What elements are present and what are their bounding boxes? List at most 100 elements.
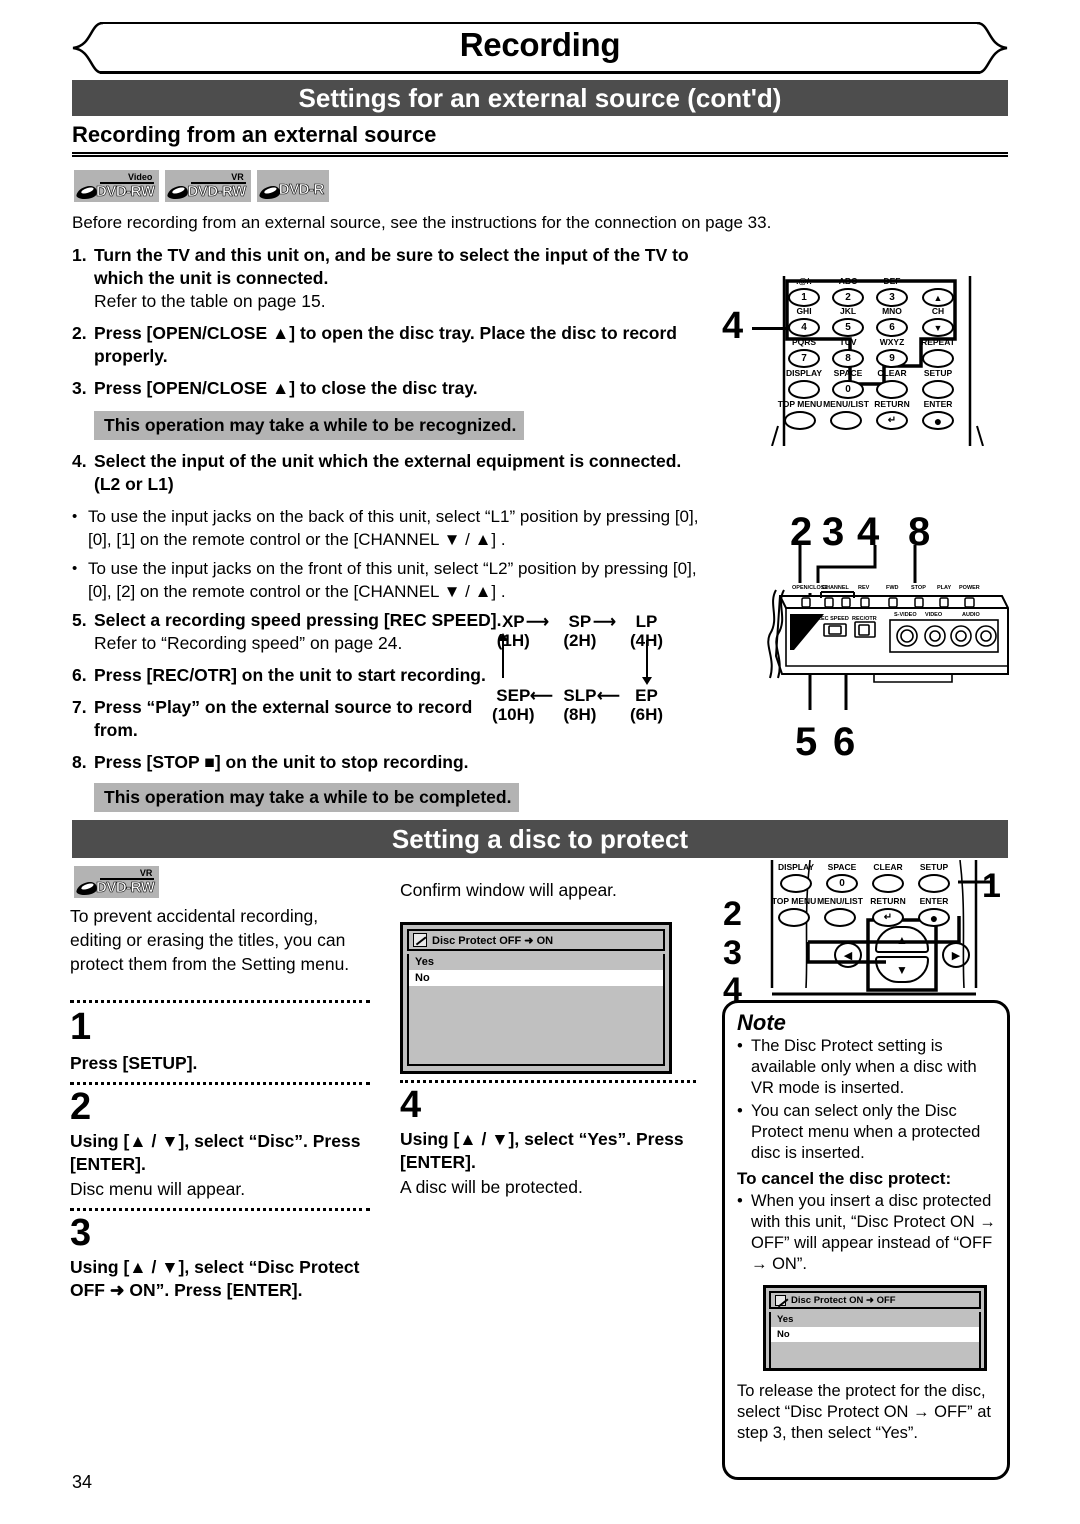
osd-titlebar: Disc Protect OFF ➜ ON [407,929,665,951]
remote-key-5[interactable]: JKL 5 [832,306,864,337]
section-header-disc-protect: Setting a disc to protect [72,820,1008,858]
step-bold-text: Press [OPEN/CLOSE ▲] to open the disc tr… [94,323,677,366]
bullet-item: • To use the input jacks on the front of… [72,557,712,603]
remote-key-setup[interactable]: SETUP [918,862,950,893]
protect-step-note-4: A disc will be protected. [400,1177,583,1197]
dvd-logo-vr-dvdrw-protect: VR DVD-RW [74,866,160,898]
speed-mode: SEP [496,686,531,705]
osd-item-yes[interactable]: Yes [409,954,663,970]
remote-key-top-menu[interactable]: TOP MENU [772,896,816,927]
remote-key-channel-down[interactable]: CH ▼ [922,306,954,337]
protect-step-number-3: 3 [70,1212,92,1254]
remote-key-0-space[interactable]: SPACE 0 [832,368,864,399]
protect-step-text-1: Press [SETUP]. [70,1053,198,1073]
remote-key-setup[interactable]: SETUP [922,368,954,399]
remote-key-clear[interactable]: CLEAR [872,862,904,893]
remote-key-display[interactable]: DISPLAY [778,862,814,893]
osd-item-yes[interactable]: Yes [771,1312,979,1327]
key-glyph: 9 [876,349,908,368]
osd-item-no[interactable]: No [409,970,663,986]
step-item: 7. Press “Play” on the external source t… [72,696,492,742]
key-glyph: ▲ [922,288,954,307]
key-label: SETUP [919,862,949,872]
key-label: TOP MENU [777,399,823,409]
recording-speed-cycle-diagram: XP (1H) SP (2H) LP (4H) ⟶ ⟶ SEP (10H) SL… [480,612,680,724]
key-glyph: ↵ [876,411,908,430]
key-glyph: 3 [876,288,908,307]
remote-key-clear[interactable]: CLEAR [876,368,908,399]
bullet-item: • To use the input jacks on the back of … [72,505,712,551]
key-label: RETURN [870,896,906,906]
dotted-separator [70,1082,370,1085]
remote-key-9[interactable]: WXYZ 9 [876,337,908,368]
front-panel-art [767,589,1009,683]
remote-key-enter[interactable]: ENTER ● [918,896,950,927]
remote-dpad-diagram: DISPLAY SPACE 0 CLEAR SETUP TOP MENU MEN… [760,860,1012,1000]
step-item: 6. Press [REC/OTR] on the unit to start … [72,664,492,687]
step-number: 2. [72,323,87,343]
remote-key-7[interactable]: PQRS 7 [788,337,820,368]
remote-key-display[interactable]: DISPLAY [786,368,822,399]
remote-key-return[interactable]: RETURN ↵ [870,896,906,927]
speed-hours: (2H) [563,631,597,650]
osd-item-no[interactable]: No [771,1327,979,1342]
key-label: MENU/LIST [823,399,869,409]
remote-key-menu-list[interactable]: MENU/LIST [823,399,869,430]
key-label: SETUP [923,368,953,378]
remote-key-6[interactable]: MNO 6 [876,306,908,337]
dvd-logo-video-dvdrw: Video DVD-RW [74,170,160,202]
remote-key-1[interactable]: .@/: 1 [788,276,820,307]
dpad-right-button[interactable]: ▶ [942,942,970,968]
highlight-note-recognized: This operation may take a while to be re… [94,411,525,440]
subheading-recording-from-external: Recording from an external source [72,122,437,147]
remote-key-channel-up[interactable]: ▲ [922,288,954,307]
osd-listbox: Yes No [407,954,665,1066]
osd-title-text: Disc Protect OFF ➜ ON [432,934,554,947]
bullet-dot-icon: • [737,1037,743,1055]
remote-key-4[interactable]: GHI 4 [788,306,820,337]
protect-lead-paragraph: To prevent accidental recording, editing… [70,906,350,974]
step-number: 8. [72,752,87,772]
panel-label-fwd: FWD [886,585,899,591]
key-glyph [830,411,862,430]
remote-key-return[interactable]: RETURN ↵ [874,399,910,430]
step-item: 3. Press [OPEN/CLOSE ▲] to close the dis… [72,377,712,400]
key-label: DEF [883,276,901,286]
remote-key-repeat[interactable]: REPEAT [921,337,955,368]
dpad-left-button[interactable]: ◀ [834,942,862,968]
osd-title-text: Disc Protect ON ➜ OFF [791,1294,896,1306]
step-number: 6. [72,665,87,685]
key-label: MNO [882,306,902,316]
speed-mode: SLP [563,686,597,705]
panel-label-power: POWER [959,585,980,591]
remote-key-menu-list[interactable]: MENU/LIST [817,896,863,927]
note-box: Note • The Disc Protect setting is avail… [722,1000,1010,1480]
remote-key-top-menu[interactable]: TOP MENU [778,399,822,430]
remote-key-enter[interactable]: ENTER ● [922,399,954,430]
osd-listbox: Yes No [769,1312,981,1370]
remote-key-0-space[interactable]: SPACE 0 [826,862,858,893]
remote-key-2[interactable]: ABC 2 [832,276,864,307]
step-bold-text: Press [STOP ■] on the unit to stop recor… [94,752,469,772]
note-bullet: • When you insert a disc protected with … [737,1191,997,1275]
intro-paragraph: Before recording from an external source… [72,213,772,232]
remote-key-3[interactable]: DEF 3 [876,276,908,307]
key-glyph [824,908,856,927]
panel-label-stop: STOP [911,585,926,591]
bullet-text: To use the input jacks on the front of t… [88,559,697,601]
protect-step-note-2: Disc menu will appear. [70,1179,246,1199]
protect-step-text-2: Using [▲ / ▼], select “Disc”. Press [ENT… [70,1131,361,1174]
note-cancel-heading: To cancel the disc protect: [737,1169,952,1188]
speed-hours: (10H) [492,705,535,724]
disc-icon [413,933,427,947]
panel-label-rec-otr: REC/OTR [852,616,877,622]
chapter-banner: Recording [72,22,1008,74]
bullet-text: To use the input jacks on the back of th… [88,507,699,549]
arrow-right-icon: ⟶ [593,614,616,631]
key-label: RETURN [874,399,910,409]
key-glyph: 5 [832,318,864,337]
key-glyph: ↵ [872,908,904,927]
key-label: CLEAR [877,368,907,378]
remote-key-8[interactable]: TUV 8 [832,337,864,368]
dpad-up-icon: ▲ [896,932,908,947]
